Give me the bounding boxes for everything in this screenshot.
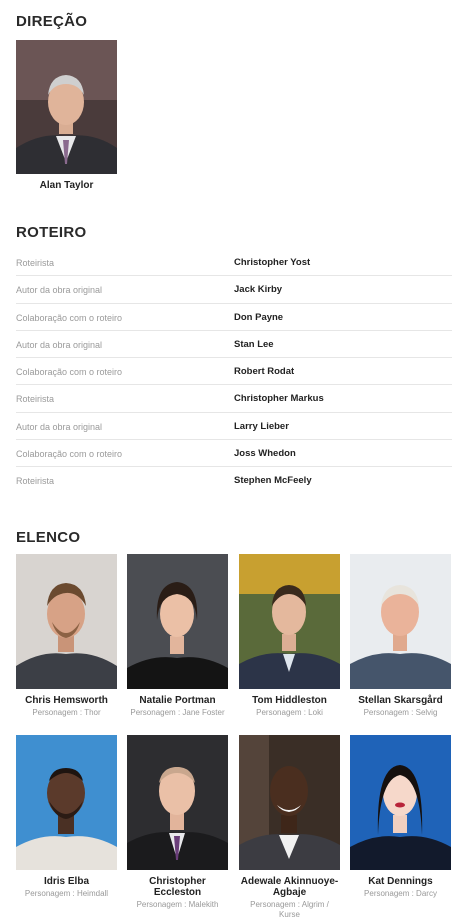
crew-job: Roteirista bbox=[16, 258, 55, 268]
cast-name-link[interactable]: Chris Hemsworth bbox=[16, 695, 117, 706]
cast-character: Personagem : Darcy bbox=[364, 889, 437, 898]
crew-job: Roteirista bbox=[16, 394, 55, 405]
table-row: Colaboração com o roteiro Robert Rodat bbox=[16, 358, 452, 386]
cast-heading: ELENCO bbox=[16, 529, 81, 546]
crew-job: Roteirista bbox=[16, 476, 55, 487]
crew-name-link[interactable]: Stephen McFeely bbox=[234, 475, 312, 486]
cast-card[interactable]: Stellan Skarsgård Personagem : Selvig bbox=[350, 554, 451, 718]
cast-photo[interactable] bbox=[127, 735, 228, 870]
cast-name-link[interactable]: Stellan Skarsgård bbox=[350, 695, 451, 706]
crew-name-link[interactable]: Robert Rodat bbox=[234, 366, 294, 377]
table-row: Colaboração com o roteiro Joss Whedon bbox=[16, 440, 452, 468]
cast-name-link[interactable]: Christopher Eccleston bbox=[127, 876, 228, 898]
crew-name-link[interactable]: Don Payne bbox=[234, 312, 283, 323]
cast-photo[interactable] bbox=[350, 554, 451, 689]
cast-character: Personagem : Malekith bbox=[136, 900, 219, 909]
cast-character: Personagem : Jane Foster bbox=[130, 708, 225, 717]
table-row: Autor da obra original Stan Lee bbox=[16, 331, 452, 359]
cast-photo[interactable] bbox=[16, 554, 117, 689]
crew-name-link[interactable]: Christopher Markus bbox=[234, 393, 324, 404]
crew-name-link[interactable]: Stan Lee bbox=[234, 339, 274, 350]
director-name[interactable]: Alan Taylor bbox=[16, 180, 117, 191]
table-row: Roteirista Christopher Yost bbox=[16, 249, 452, 277]
writing-heading: ROTEIRO bbox=[16, 224, 87, 241]
writing-table: Roteirista Christopher Yost Autor da obra… bbox=[16, 249, 452, 495]
cast-character: Personagem : Algrim / Kurse bbox=[250, 900, 329, 919]
cast-card[interactable]: Kat Dennings Personagem : Darcy bbox=[350, 735, 451, 899]
cast-name-link[interactable]: Kat Dennings bbox=[350, 876, 451, 887]
crew-job: Colaboração com o roteiro bbox=[16, 449, 123, 460]
cast-character: Personagem : Selvig bbox=[363, 708, 438, 717]
cast-card[interactable]: Chris Hemsworth Personagem : Thor bbox=[16, 554, 117, 718]
direction-heading: DIREÇÃO bbox=[16, 13, 88, 30]
cast-card[interactable]: Natalie Portman Personagem : Jane Foster bbox=[127, 554, 228, 718]
table-row: Roteirista Christopher Markus bbox=[16, 385, 452, 413]
director-card[interactable]: Alan Taylor bbox=[16, 40, 117, 191]
cast-card[interactable]: Adewale Akinnuoye-Agbaje Personagem : Al… bbox=[239, 735, 340, 920]
cast-photo[interactable] bbox=[16, 735, 117, 870]
crew-name-link[interactable]: Jack Kirby bbox=[234, 284, 282, 295]
cast-character: Personagem : Heimdall bbox=[24, 889, 109, 898]
table-row: Roteirista Stephen McFeely bbox=[16, 467, 452, 494]
crew-job: Autor da obra original bbox=[16, 285, 103, 296]
cast-name-link[interactable]: Tom Hiddleston bbox=[239, 695, 340, 706]
table-row: Autor da obra original Larry Lieber bbox=[16, 413, 452, 441]
table-row: Colaboração com o roteiro Don Payne bbox=[16, 304, 452, 331]
cast-character: Personagem : Loki bbox=[256, 708, 323, 717]
cast-photo[interactable] bbox=[350, 735, 451, 870]
cast-name-link[interactable]: Idris Elba bbox=[16, 876, 117, 887]
crew-name-link[interactable]: Larry Lieber bbox=[234, 421, 289, 432]
cast-photo[interactable] bbox=[239, 554, 340, 689]
crew-job: Autor da obra original bbox=[16, 421, 103, 432]
cast-name-link[interactable]: Adewale Akinnuoye-Agbaje bbox=[239, 876, 340, 898]
crew-job: Autor da obra original bbox=[16, 339, 103, 350]
cast-photo[interactable] bbox=[239, 735, 340, 870]
cast-card[interactable]: Idris Elba Personagem : Heimdall bbox=[16, 735, 117, 899]
cast-card[interactable]: Tom Hiddleston Personagem : Loki bbox=[239, 554, 340, 718]
cast-card[interactable]: Christopher Eccleston Personagem : Malek… bbox=[127, 735, 228, 910]
director-photo[interactable] bbox=[16, 40, 117, 174]
crew-name-link[interactable]: Joss Whedon bbox=[234, 448, 296, 459]
table-row: Autor da obra original Jack Kirby bbox=[16, 276, 452, 304]
crew-job: Colaboração com o roteiro bbox=[16, 312, 123, 323]
cast-photo[interactable] bbox=[127, 554, 228, 689]
crew-job: Colaboração com o roteiro bbox=[16, 367, 123, 378]
cast-name-link[interactable]: Natalie Portman bbox=[127, 695, 228, 706]
cast-character: Personagem : Thor bbox=[32, 708, 101, 717]
crew-name-link[interactable]: Christopher Yost bbox=[234, 257, 310, 268]
